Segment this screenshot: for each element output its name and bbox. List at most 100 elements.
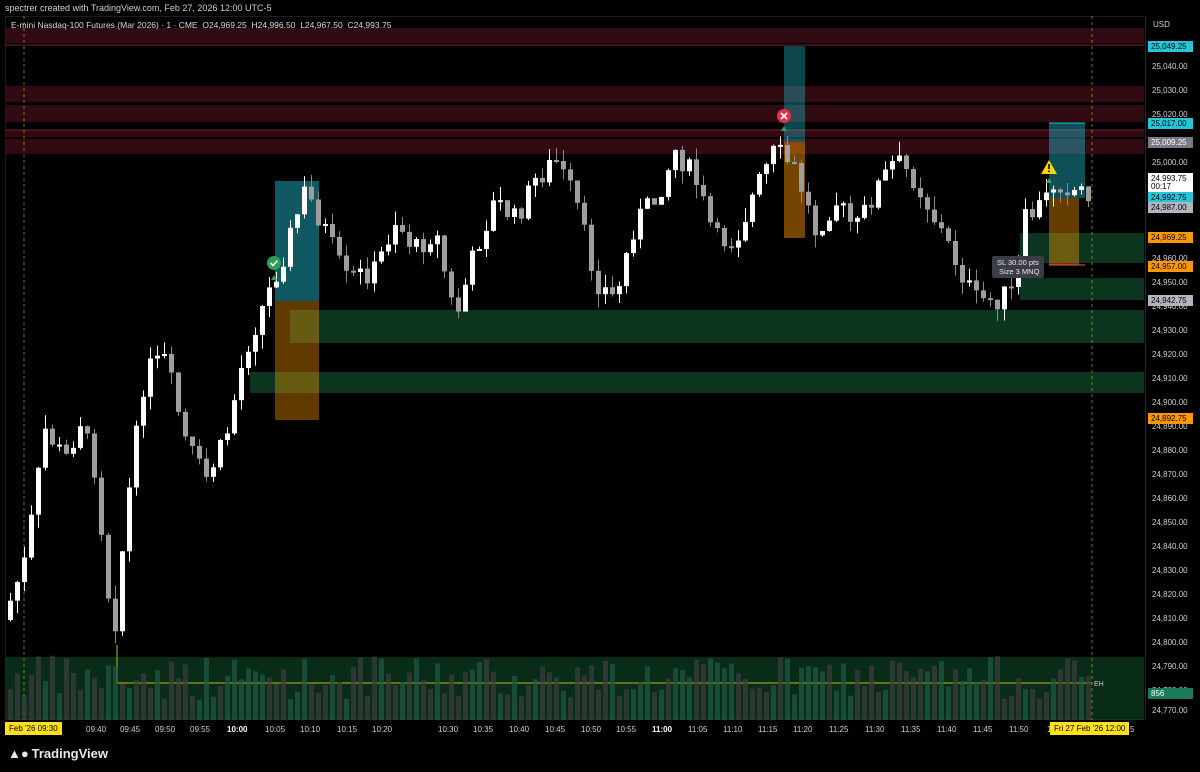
candle-body[interactable] <box>120 551 125 632</box>
candle-body[interactable] <box>540 177 545 183</box>
candle-body[interactable] <box>757 173 762 195</box>
candle-body[interactable] <box>190 436 195 446</box>
candle-body[interactable] <box>603 287 608 295</box>
candle-body[interactable] <box>813 205 818 236</box>
candle-body[interactable] <box>386 244 391 252</box>
candle-body[interactable] <box>610 287 615 295</box>
candle-body[interactable] <box>330 224 335 237</box>
candle-body[interactable] <box>176 372 181 412</box>
candle-body[interactable] <box>946 228 951 242</box>
candle-body[interactable] <box>561 161 566 170</box>
candle-body[interactable] <box>883 169 888 181</box>
candle-body[interactable] <box>1002 286 1007 310</box>
candle-body[interactable] <box>589 224 594 271</box>
candle-body[interactable] <box>15 581 20 601</box>
candle-body[interactable] <box>323 224 328 227</box>
candle-body[interactable] <box>22 557 27 582</box>
candle-body[interactable] <box>722 228 727 247</box>
candle-body[interactable] <box>526 185 531 219</box>
candle-body[interactable] <box>918 188 923 198</box>
candle-body[interactable] <box>421 239 426 253</box>
candle-body[interactable] <box>1079 186 1084 191</box>
candle-body[interactable] <box>358 268 363 273</box>
candle-body[interactable] <box>1044 192 1049 201</box>
candle-body[interactable] <box>43 428 48 468</box>
candle-body[interactable] <box>463 284 468 312</box>
symbol-legend[interactable]: E-mini Nasdaq-100 Futures (Mar 2026) · 1… <box>11 20 391 30</box>
candle-body[interactable] <box>106 534 111 599</box>
candle-body[interactable] <box>477 248 482 251</box>
candle-body[interactable] <box>974 280 979 291</box>
candle-body[interactable] <box>316 199 321 226</box>
candle-body[interactable] <box>729 246 734 249</box>
candle-body[interactable] <box>288 227 293 267</box>
candle-body[interactable] <box>8 600 13 620</box>
candle-body[interactable] <box>995 299 1000 310</box>
candle-body[interactable] <box>911 169 916 189</box>
candle-body[interactable] <box>575 180 580 203</box>
candle-body[interactable] <box>834 205 839 221</box>
candle-body[interactable] <box>281 266 286 282</box>
candle-body[interactable] <box>645 198 650 209</box>
candle-body[interactable] <box>631 239 636 254</box>
candle-body[interactable] <box>659 196 664 205</box>
candle-body[interactable] <box>666 170 671 197</box>
candle-body[interactable] <box>1058 189 1063 193</box>
candle-body[interactable] <box>113 598 118 632</box>
candle-body[interactable] <box>1009 286 1014 289</box>
candle-body[interactable] <box>512 208 517 217</box>
candle-body[interactable] <box>764 164 769 174</box>
candle-body[interactable] <box>456 297 461 312</box>
candle-body[interactable] <box>890 161 895 170</box>
candle-body[interactable] <box>743 221 748 241</box>
candle-body[interactable] <box>876 180 881 208</box>
candle-body[interactable] <box>617 286 622 295</box>
candle-body[interactable] <box>78 426 83 448</box>
candle-body[interactable] <box>932 209 937 223</box>
candle-body[interactable] <box>141 396 146 426</box>
candle-body[interactable] <box>414 239 419 247</box>
candle-body[interactable] <box>981 290 986 299</box>
candle-body[interactable] <box>239 367 244 401</box>
candle-body[interactable] <box>85 426 90 434</box>
candle-body[interactable] <box>785 144 790 163</box>
candle-body[interactable] <box>841 203 846 206</box>
candle-body[interactable] <box>701 184 706 197</box>
candle-body[interactable] <box>484 230 489 249</box>
candle-body[interactable] <box>638 208 643 240</box>
candle-body[interactable] <box>337 236 342 256</box>
chart-canvas[interactable]: EH SL 30.00 pts Size 3 MNQ <box>0 0 1200 772</box>
candle-body[interactable] <box>407 231 412 247</box>
candle-body[interactable] <box>736 240 741 248</box>
candle-body[interactable] <box>848 203 853 222</box>
candle-body[interactable] <box>155 355 160 359</box>
candle-body[interactable] <box>134 425 139 488</box>
candle-body[interactable] <box>309 186 314 200</box>
candle-body[interactable] <box>897 155 902 162</box>
candle-body[interactable] <box>50 428 55 445</box>
candle-body[interactable] <box>778 144 783 147</box>
candle-body[interactable] <box>218 439 223 468</box>
candle-body[interactable] <box>435 235 440 245</box>
candle-body[interactable] <box>939 222 944 229</box>
candle-body[interactable] <box>1030 209 1035 218</box>
candle-body[interactable] <box>99 477 104 535</box>
candle-body[interactable] <box>169 354 174 373</box>
candle-body[interactable] <box>232 400 237 434</box>
candle-body[interactable] <box>988 298 993 301</box>
candle-body[interactable] <box>1072 190 1077 196</box>
candle-body[interactable] <box>148 358 153 397</box>
candle-body[interactable] <box>855 217 860 222</box>
candle-body[interactable] <box>673 149 678 171</box>
candle-body[interactable] <box>393 225 398 245</box>
candle-body[interactable] <box>960 265 965 283</box>
candle-body[interactable] <box>820 230 825 236</box>
candle-body[interactable] <box>624 253 629 287</box>
currency-label[interactable]: USD <box>1153 20 1170 29</box>
candle-body[interactable] <box>694 159 699 185</box>
candle-body[interactable] <box>582 202 587 225</box>
candle-body[interactable] <box>29 514 34 558</box>
candle-body[interactable] <box>449 271 454 298</box>
candle-body[interactable] <box>442 235 447 272</box>
candle-body[interactable] <box>183 411 188 437</box>
